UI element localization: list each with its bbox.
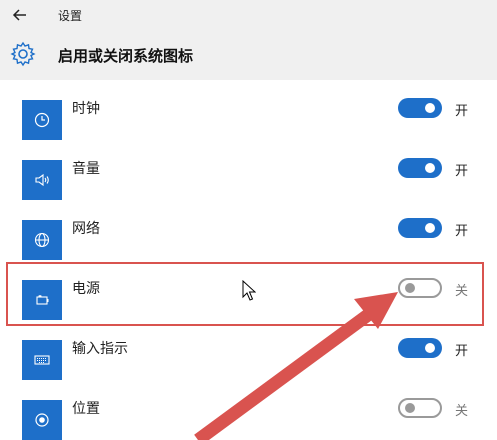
item-label: 时钟 [72, 101, 100, 117]
gear-icon [10, 41, 36, 67]
network-toggle[interactable] [398, 218, 442, 238]
toggle-knob [425, 163, 435, 173]
toggle-knob [425, 223, 435, 233]
page-title: 启用或关闭系统图标 [58, 47, 194, 65]
clock-toggle[interactable] [398, 98, 442, 118]
list-item-location: 位置 关 [0, 380, 497, 440]
location-icon [22, 400, 62, 440]
network-icon [22, 220, 62, 260]
toggle-state-text: 开 [455, 344, 469, 359]
toggle-state-text: 开 [455, 224, 469, 239]
mouse-cursor-icon [242, 280, 256, 301]
toggle-state-text: 关 [455, 404, 469, 419]
toggle-knob [425, 343, 435, 353]
page-header: 启用或关闭系统图标 [0, 30, 497, 80]
toggle-knob [405, 403, 415, 413]
item-label: 位置 [72, 401, 100, 417]
volume-icon [22, 160, 62, 200]
volume-toggle[interactable] [398, 158, 442, 178]
toggle-state-text: 开 [455, 164, 469, 179]
input-indicator-toggle[interactable] [398, 338, 442, 358]
item-label: 网络 [72, 221, 100, 237]
list-item-clock: 时钟 开 [0, 80, 497, 140]
item-label: 音量 [72, 161, 100, 177]
toggle-knob [425, 103, 435, 113]
system-icons-list: 时钟 开 音量 开 网络 开 电源 关 输入指示 开 位置 关 [0, 80, 497, 440]
list-item-volume: 音量 开 [0, 140, 497, 200]
location-toggle[interactable] [398, 398, 442, 418]
back-arrow-icon[interactable] [12, 7, 28, 23]
title-bar: 设置 [0, 0, 497, 30]
window-title: 设置 [58, 9, 83, 23]
item-label: 输入指示 [72, 341, 128, 357]
list-item-input-indicator: 输入指示 开 [0, 320, 497, 380]
keyboard-icon [22, 340, 62, 380]
toggle-state-text: 开 [455, 104, 469, 119]
list-item-network: 网络 开 [0, 200, 497, 260]
clock-icon [22, 100, 62, 140]
